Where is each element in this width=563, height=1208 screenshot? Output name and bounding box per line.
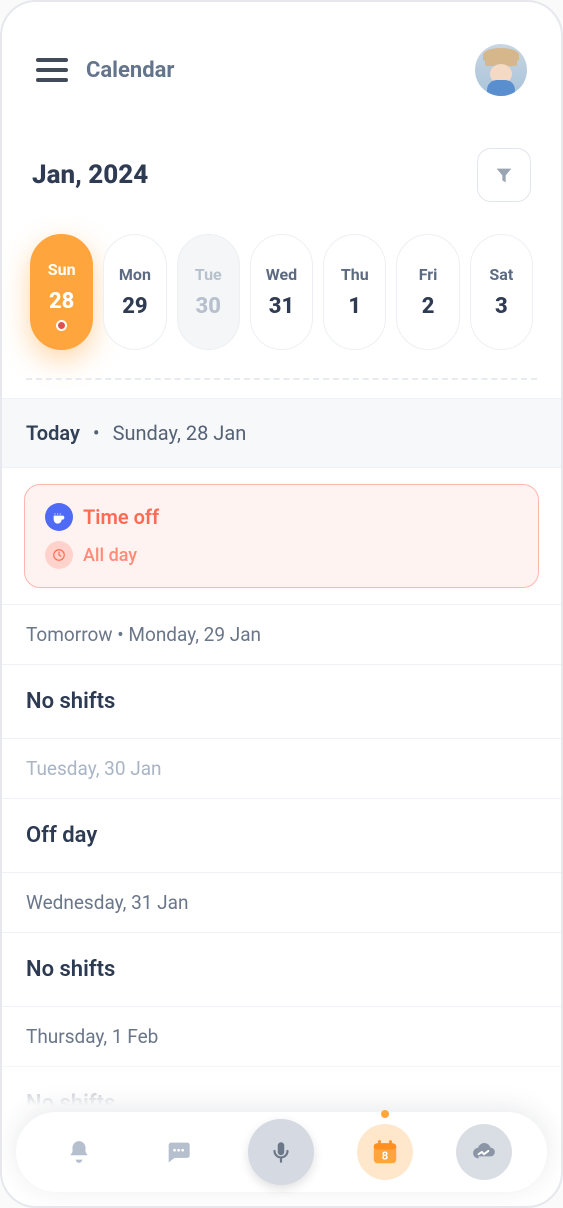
filter-icon	[493, 164, 515, 186]
avatar[interactable]	[475, 44, 527, 96]
day-number: 2	[422, 294, 435, 319]
day-pill[interactable]: Fri 2	[396, 234, 459, 350]
event-title: Time off	[83, 505, 159, 529]
calendar-icon: 8	[370, 1137, 400, 1167]
day-number: 28	[49, 289, 74, 314]
day-of-week: Fri	[419, 265, 438, 284]
day-number: 30	[196, 294, 221, 319]
menu-icon[interactable]	[36, 58, 68, 82]
filter-button[interactable]	[477, 148, 531, 202]
app-frame: Calendar Jan, 2024 Sun 28 Mon 29 Tue 30 …	[0, 0, 563, 1208]
day-number: 3	[495, 294, 508, 319]
day-number: 31	[269, 294, 294, 319]
day-of-week: Thu	[341, 265, 369, 284]
section-header: Thursday, 1 Feb	[2, 1006, 561, 1067]
section-header: Tuesday, 30 Jan	[2, 738, 561, 799]
day-summary: Off day	[2, 799, 561, 872]
week-strip: Sun 28 Mon 29 Tue 30 Wed 31 Thu 1 Fri 2 …	[2, 212, 561, 372]
day-summary: No shifts	[2, 933, 561, 1006]
event-card[interactable]: Time off All day	[24, 484, 539, 588]
day-pill[interactable]: Wed 31	[250, 234, 313, 350]
section-header-today: Today • Sunday, 28 Jan	[2, 398, 561, 468]
nav-messages[interactable]	[150, 1124, 206, 1180]
month-label: Jan, 2024	[32, 160, 148, 190]
day-pill[interactable]: Tue 30	[177, 234, 240, 350]
day-of-week: Tue	[195, 265, 222, 284]
svg-text:8: 8	[382, 1150, 388, 1163]
nav-voice[interactable]	[248, 1119, 314, 1185]
mic-icon	[268, 1139, 294, 1165]
schedule-list[interactable]: Today • Sunday, 28 Jan Time off All day …	[2, 380, 561, 1206]
top-bar: Calendar	[2, 2, 561, 108]
day-number: 29	[122, 294, 147, 319]
coffee-icon	[45, 503, 73, 531]
section-label: Tomorrow • Monday, 29 Jan	[26, 623, 261, 646]
section-prefix: Today	[26, 421, 80, 445]
day-of-week: Sun	[48, 260, 76, 279]
section-date: Sunday, 28 Jan	[113, 421, 247, 445]
section-label: Wednesday, 31 Jan	[26, 891, 188, 914]
day-number: 1	[348, 294, 361, 319]
event-time: All day	[83, 545, 137, 566]
trend-icon	[471, 1139, 497, 1165]
day-pill[interactable]: Sat 3	[470, 234, 533, 350]
clock-icon	[45, 541, 73, 569]
nav-calendar[interactable]: 8	[357, 1124, 413, 1180]
section-label: Tuesday, 30 Jan	[26, 757, 162, 780]
day-pill[interactable]: Thu 1	[323, 234, 386, 350]
bell-icon	[66, 1139, 92, 1165]
section-header: Tomorrow • Monday, 29 Jan	[2, 604, 561, 665]
day-of-week: Wed	[266, 265, 297, 284]
day-pill[interactable]: Sun 28	[30, 234, 93, 350]
day-of-week: Sat	[489, 265, 513, 284]
page-title: Calendar	[86, 58, 475, 83]
day-pill[interactable]: Mon 29	[103, 234, 166, 350]
section-header: Wednesday, 31 Jan	[2, 872, 561, 933]
month-row: Jan, 2024	[2, 108, 561, 212]
section-label: Thursday, 1 Feb	[26, 1025, 158, 1048]
day-summary: No shifts	[2, 665, 561, 738]
bottom-nav: 8	[16, 1112, 547, 1192]
nav-analytics[interactable]	[456, 1124, 512, 1180]
chat-icon	[164, 1138, 192, 1166]
day-of-week: Mon	[119, 265, 151, 284]
nav-notifications[interactable]	[51, 1124, 107, 1180]
